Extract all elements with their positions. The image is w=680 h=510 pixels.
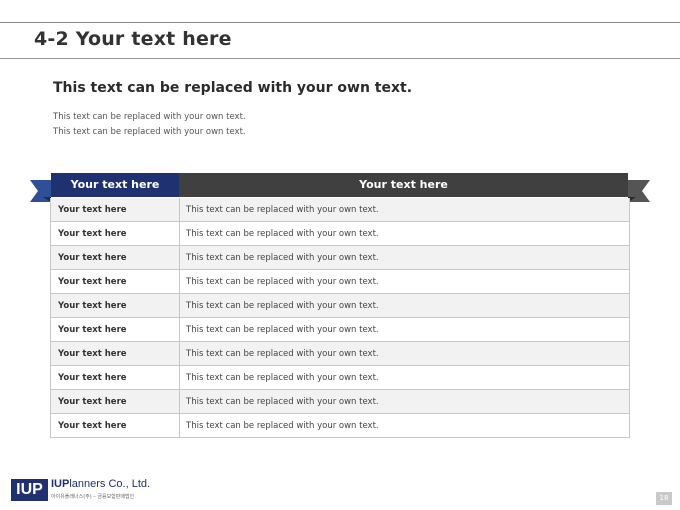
row-text: This text can be replaced with your own … [186, 252, 379, 263]
row-text: This text can be replaced with your own … [186, 324, 379, 335]
table-row: Your text here This text can be replaced… [51, 270, 629, 294]
row-text: This text can be replaced with your own … [186, 420, 379, 431]
body-text-line: This text can be replaced with your own … [53, 112, 246, 122]
row-label: Your text here [51, 318, 180, 341]
row-label: Your text here [51, 222, 180, 245]
table-row: Your text here This text can be replaced… [51, 222, 629, 246]
row-label: Your text here [51, 246, 180, 269]
row-label: Your text here [51, 342, 180, 365]
content-table: Your text here This text can be replaced… [50, 198, 630, 438]
page-number: 18 [656, 492, 672, 505]
logo-mark: IUP [11, 479, 48, 501]
row-text: This text can be replaced with your own … [186, 204, 379, 215]
table-row: Your text here This text can be replaced… [51, 198, 629, 222]
row-text: This text can be replaced with your own … [186, 396, 379, 407]
table-row: Your text here This text can be replaced… [51, 390, 629, 414]
logo-name-rest: lanners Co., Ltd. [69, 478, 151, 490]
row-label: Your text here [51, 270, 180, 293]
logo-company-name: IUPlanners Co., Ltd. [51, 478, 150, 490]
table-row: Your text here This text can be replaced… [51, 294, 629, 318]
row-label: Your text here [51, 294, 180, 317]
logo-subtitle: 아이유플래너스(주) – 금융보험판매법인 [51, 494, 135, 500]
table-row: Your text here This text can be replaced… [51, 246, 629, 270]
body-text-line: This text can be replaced with your own … [53, 127, 246, 137]
table-row: Your text here This text can be replaced… [51, 366, 629, 390]
slide-title: 4-2 Your text here [34, 28, 232, 50]
table-row: Your text here This text can be replaced… [51, 342, 629, 366]
table-header-left: Your text here [70, 178, 160, 191]
row-text: This text can be replaced with your own … [186, 348, 379, 359]
row-text: This text can be replaced with your own … [186, 300, 379, 311]
table-header-right: Your text here [359, 178, 448, 191]
row-text: This text can be replaced with your own … [186, 372, 379, 383]
slide-subtitle: This text can be replaced with your own … [53, 80, 413, 96]
row-text: This text can be replaced with your own … [186, 276, 379, 287]
table-row: Your text here This text can be replaced… [51, 414, 629, 438]
row-label: Your text here [51, 366, 180, 389]
top-divider [0, 22, 680, 23]
table-row: Your text here This text can be replaced… [51, 318, 629, 342]
company-logo: IUP IUPlanners Co., Ltd. 아이유플래너스(주) – 금융… [11, 478, 161, 504]
row-text: This text can be replaced with your own … [186, 228, 379, 239]
row-label: Your text here [51, 198, 180, 221]
logo-name-bold: IUP [51, 478, 70, 490]
row-label: Your text here [51, 414, 180, 437]
row-label: Your text here [51, 390, 180, 413]
title-divider [0, 58, 680, 59]
